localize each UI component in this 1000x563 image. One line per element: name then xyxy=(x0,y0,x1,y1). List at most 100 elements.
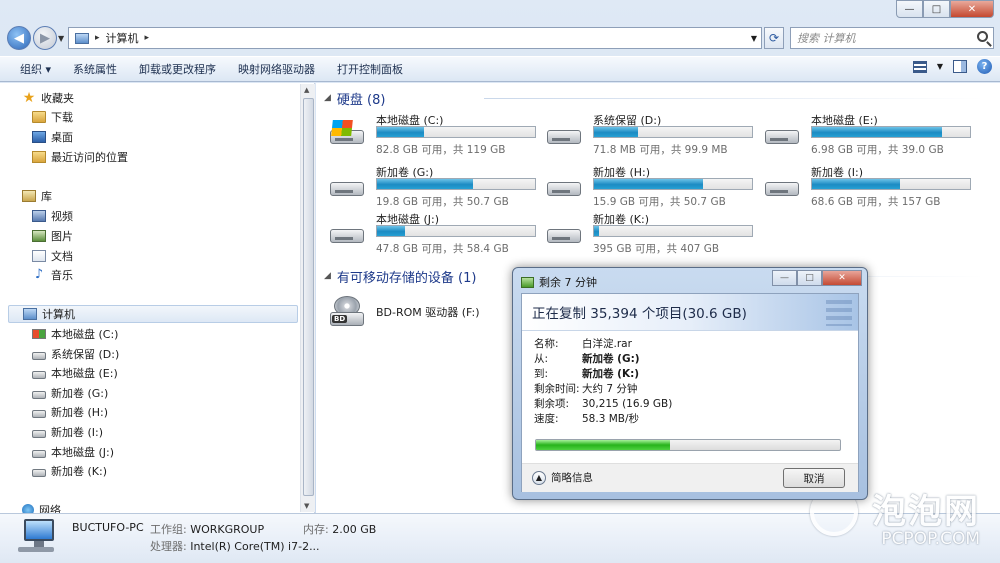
change-view-icon[interactable] xyxy=(912,60,927,73)
maximize-button[interactable]: □ xyxy=(923,0,950,18)
nav-libraries[interactable]: 库 xyxy=(22,187,52,205)
address-bar[interactable]: ▸ 计算机 ▸ ▼ xyxy=(68,27,762,49)
nav-item-label: 视频 xyxy=(51,210,73,223)
nav-item-music[interactable]: ♪ 音乐 xyxy=(32,266,73,284)
command-bar: 组织 ▾ 系统属性 卸载或更改程序 映射网络驱动器 打开控制面板 ▼ ? xyxy=(0,56,1000,82)
search-input[interactable]: 搜索 计算机 xyxy=(790,27,994,49)
drive-tile[interactable]: 新加卷 (G:) 19.8 GB 可用，共 50.7 GB xyxy=(316,162,536,210)
open-control-panel-button[interactable]: 打开控制面板 xyxy=(326,58,414,80)
nav-drive-d[interactable]: 系统保留 (D:) xyxy=(32,345,119,363)
copy-progress-dialog: 剩余 7 分钟 — □ ✕ 正在复制 35,394 个项目(30.6 GB) 名… xyxy=(512,267,868,500)
nav-computer[interactable]: 计算机 xyxy=(8,305,298,323)
nav-item-videos[interactable]: 视频 xyxy=(32,207,73,225)
scroll-down-icon[interactable]: ▼ xyxy=(304,502,309,510)
minimize-button[interactable]: — xyxy=(896,0,923,18)
nav-item-desktop[interactable]: 桌面 xyxy=(32,128,73,146)
nav-item-downloads[interactable]: 下载 xyxy=(32,108,73,126)
copy-progress-bar xyxy=(535,439,841,451)
drive-icon xyxy=(32,370,46,379)
computer-icon xyxy=(75,32,89,44)
group-header-hdd[interactable]: ◢ 硬盘 (8) xyxy=(324,88,994,108)
map-network-drive-button[interactable]: 映射网络驱动器 xyxy=(227,58,326,80)
copy-detail-value: 58.3 MB/秒 xyxy=(582,413,640,425)
drive-size-text: 19.8 GB 可用，共 50.7 GB xyxy=(376,196,509,208)
cancel-button[interactable]: 取消 xyxy=(783,468,845,488)
chevron-right-icon[interactable]: ▸ xyxy=(95,33,100,43)
nav-drive-j[interactable]: 本地磁盘 (J:) xyxy=(32,443,114,461)
copy-detail-row: 到: 新加卷 (K:) xyxy=(534,366,639,381)
copy-detail-row: 剩余时间: 大约 7 分钟 xyxy=(534,381,637,396)
address-dropdown-icon[interactable]: ▼ xyxy=(751,34,757,43)
scroll-up-icon[interactable]: ▲ xyxy=(304,86,309,94)
collapse-icon[interactable]: ◢ xyxy=(324,271,331,281)
chevron-right-icon[interactable]: ▸ xyxy=(145,33,150,43)
nav-favorites-label: 收藏夹 xyxy=(41,92,74,105)
preview-pane-icon[interactable] xyxy=(953,60,967,73)
drive-size-text: 82.8 GB 可用，共 119 GB xyxy=(376,144,506,156)
fewer-details-toggle[interactable]: ▲ 简略信息 xyxy=(532,470,593,485)
drive-icon xyxy=(547,122,581,144)
drive-tile[interactable]: 新加卷 (H:) 15.9 GB 可用，共 50.7 GB xyxy=(533,162,753,210)
drive-usage-fill xyxy=(377,179,474,189)
drive-size-text: 68.6 GB 可用，共 157 GB xyxy=(811,196,941,208)
nav-drive-e[interactable]: 本地磁盘 (E:) xyxy=(32,364,118,382)
drive-tile-bd-rom[interactable]: BD BD-ROM 驱动器 (F:) xyxy=(316,286,521,334)
close-button[interactable]: ✕ xyxy=(950,0,994,18)
nav-scrollbar[interactable]: ▲ ▼ xyxy=(300,84,315,512)
drive-icon xyxy=(765,122,799,144)
copy-icon xyxy=(521,276,534,288)
drive-tile[interactable]: 本地磁盘 (C:) 82.8 GB 可用，共 119 GB xyxy=(316,110,536,158)
nav-item-label: 图片 xyxy=(51,230,73,243)
help-icon[interactable]: ? xyxy=(977,59,992,74)
pictures-icon xyxy=(32,230,46,242)
drive-icon xyxy=(32,449,46,458)
recent-pages-dropdown-icon[interactable]: ▼ xyxy=(58,34,64,43)
computer-icon xyxy=(23,308,37,320)
nav-drive-label: 本地磁盘 (J:) xyxy=(51,446,115,459)
drive-usage-bar xyxy=(593,178,753,190)
scrollbar-thumb[interactable] xyxy=(303,98,314,496)
drive-tile[interactable]: 新加卷 (K:) 395 GB 可用，共 407 GB xyxy=(533,209,753,257)
dialog-maximize-button[interactable]: □ xyxy=(797,270,822,286)
nav-drive-i[interactable]: 新加卷 (I:) xyxy=(32,423,103,441)
copy-detail-key: 剩余时间: xyxy=(534,383,580,395)
collapse-icon[interactable]: ◢ xyxy=(324,93,331,103)
processor-info: 处理器: Intel(R) Core(TM) i7-2... xyxy=(150,538,320,554)
memory-info: 内存: 2.00 GB xyxy=(303,521,376,537)
copy-detail-row: 剩余项: 30,215 (16.9 GB) xyxy=(534,396,672,411)
nav-item-recent-places[interactable]: 最近访问的位置 xyxy=(32,148,128,166)
nav-drive-g[interactable]: 新加卷 (G:) xyxy=(32,384,108,402)
watermark-en: PCPOP.COM xyxy=(881,529,980,549)
search-icon[interactable] xyxy=(977,31,988,42)
nav-drive-k[interactable]: 新加卷 (K:) xyxy=(32,462,107,480)
dialog-close-button[interactable]: ✕ xyxy=(822,270,862,286)
downloads-folder-icon xyxy=(32,111,46,123)
drive-tile[interactable]: 本地磁盘 (E:) 6.98 GB 可用，共 39.0 GB xyxy=(751,110,971,158)
nav-item-label: 音乐 xyxy=(51,269,73,282)
dialog-heading: 正在复制 35,394 个项目(30.6 GB) xyxy=(522,294,858,331)
dialog-title: 剩余 7 分钟 xyxy=(539,276,597,289)
organize-button[interactable]: 组织 ▾ xyxy=(0,58,62,80)
forward-button[interactable]: ▶ xyxy=(33,26,57,50)
drive-tile[interactable]: 本地磁盘 (J:) 47.8 GB 可用，共 58.4 GB xyxy=(316,209,536,257)
drive-tile[interactable]: 新加卷 (I:) 68.6 GB 可用，共 157 GB xyxy=(751,162,971,210)
system-properties-button[interactable]: 系统属性 xyxy=(62,58,128,80)
uninstall-program-button[interactable]: 卸载或更改程序 xyxy=(128,58,227,80)
nav-favorites[interactable]: ★ 收藏夹 xyxy=(22,89,74,107)
nav-drive-h[interactable]: 新加卷 (H:) xyxy=(32,403,108,421)
computer-large-icon xyxy=(18,519,56,552)
drive-icon xyxy=(32,390,46,399)
nav-drive-label: 本地磁盘 (E:) xyxy=(51,367,118,380)
breadcrumb-computer[interactable]: 计算机 xyxy=(106,30,139,46)
view-dropdown-icon[interactable]: ▼ xyxy=(937,62,943,71)
caption-buttons: — □ ✕ xyxy=(896,0,994,18)
nav-item-pictures[interactable]: 图片 xyxy=(32,227,73,245)
search-placeholder: 搜索 计算机 xyxy=(797,32,856,45)
nav-item-documents[interactable]: 文档 xyxy=(32,247,73,265)
back-button[interactable]: ◀ xyxy=(7,26,31,50)
drive-tile[interactable]: 系统保留 (D:) 71.8 MB 可用，共 99.9 MB xyxy=(533,110,753,158)
refresh-button[interactable]: ⟳ xyxy=(764,27,784,49)
copy-detail-key: 名称: xyxy=(534,338,559,350)
nav-drive-c[interactable]: 本地磁盘 (C:) xyxy=(32,325,118,343)
dialog-minimize-button[interactable]: — xyxy=(772,270,797,286)
